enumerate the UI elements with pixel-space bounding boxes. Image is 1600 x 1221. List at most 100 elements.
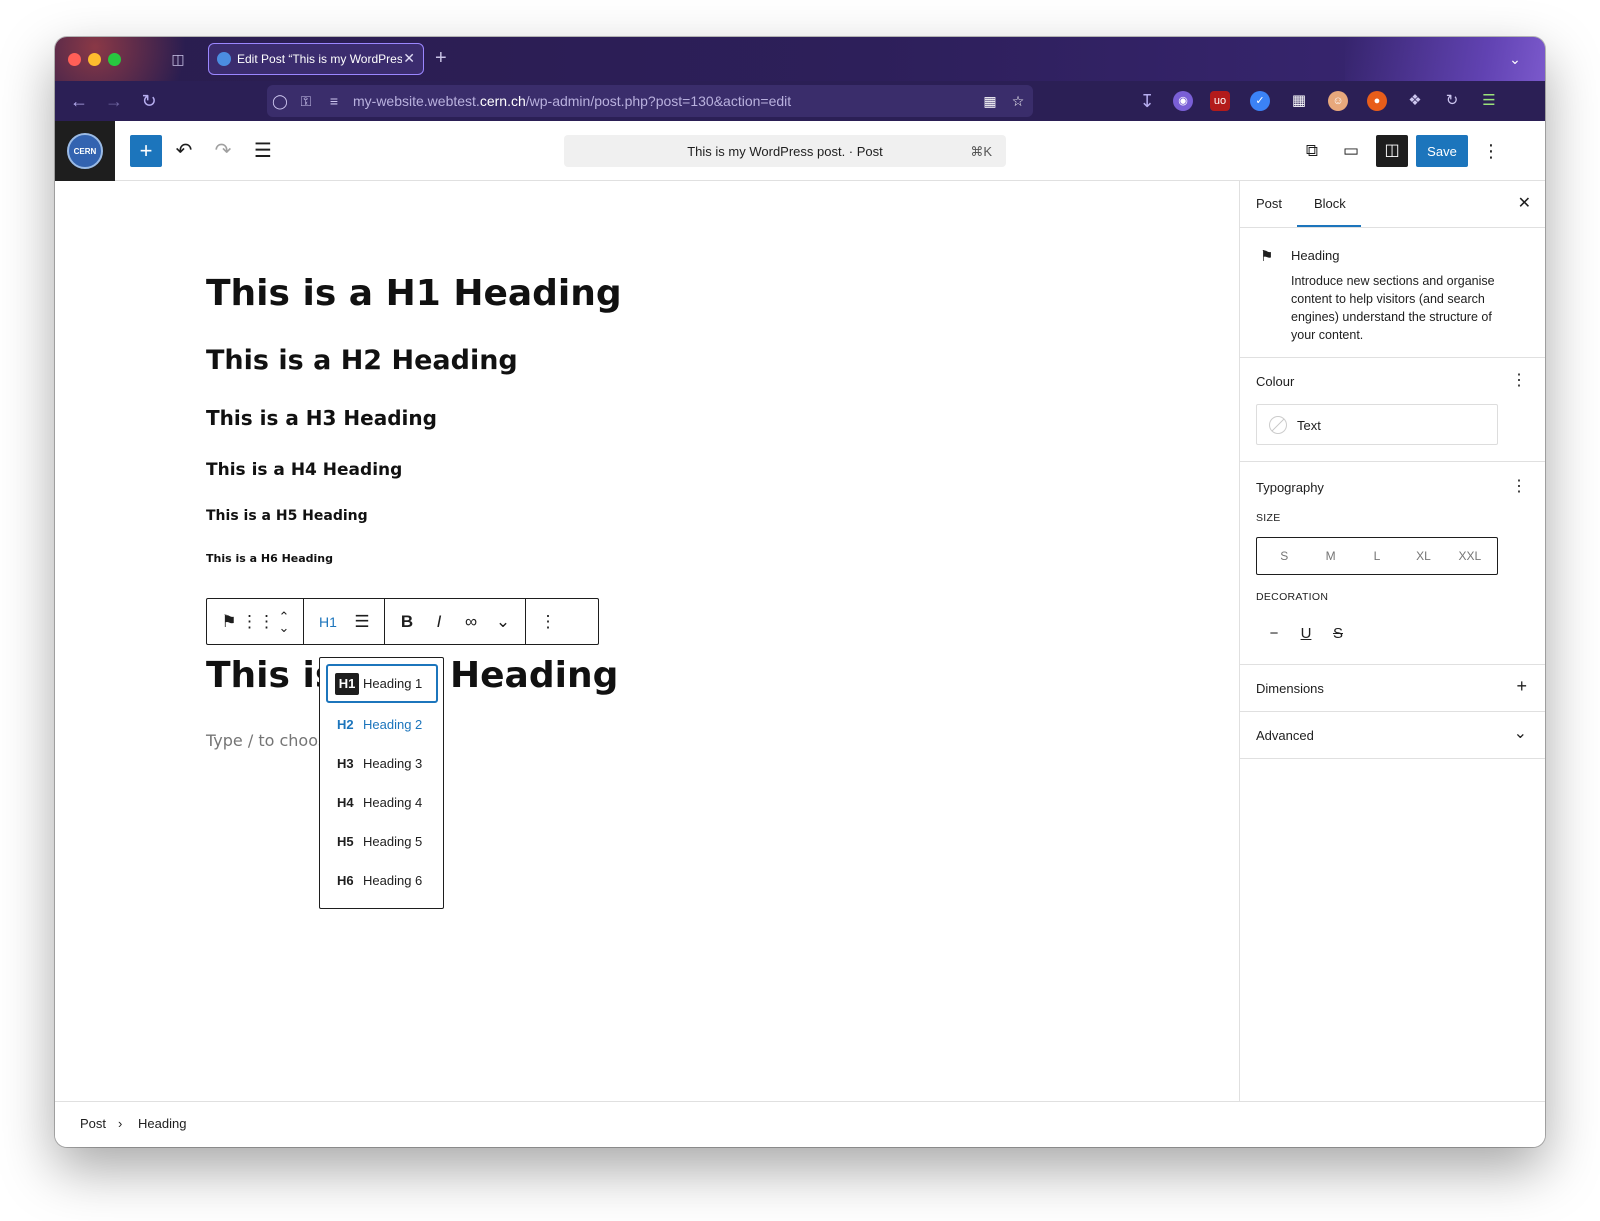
font-size-option[interactable]: L [1354, 549, 1400, 563]
heading-block-h1[interactable]: This is a H1 Heading [206, 273, 622, 314]
qr-code-icon[interactable]: ▦ [981, 91, 999, 111]
back-icon[interactable]: ← [67, 89, 91, 113]
heading-option-label: Heading 1 [363, 676, 423, 691]
tab-post[interactable]: Post [1256, 196, 1282, 211]
maximize-window-button[interactable] [108, 53, 121, 66]
reload-icon[interactable]: ↻ [137, 89, 161, 113]
tab-close-icon[interactable]: ✕ [403, 50, 415, 67]
document-overview-icon[interactable]: ☰ [247, 135, 279, 167]
extension-face-icon[interactable]: ☺ [1328, 91, 1348, 111]
breadcrumb-post[interactable]: Post [80, 1116, 106, 1131]
browser-tab-strip: ◫ Edit Post “This is my WordPress post.”… [55, 37, 1545, 81]
block-inserter-button[interactable]: + [130, 135, 162, 167]
minimize-window-button[interactable] [88, 53, 101, 66]
heading-block-h3[interactable]: This is a H3 Heading [206, 406, 437, 430]
decoration-none-button[interactable]: − [1262, 622, 1286, 646]
block-options-more-icon[interactable]: ⋮ [532, 606, 564, 638]
bookmark-star-icon[interactable]: ☆ [1009, 91, 1027, 111]
colour-options-icon[interactable]: ⋮ [1511, 370, 1527, 390]
new-tab-button[interactable]: + [435, 47, 447, 69]
decoration-underline-button[interactable]: U [1294, 622, 1318, 646]
extension-shield-icon[interactable]: ● [1367, 91, 1387, 111]
heading-block-selected-start[interactable]: This is [206, 655, 336, 696]
app-menu-icon[interactable]: ☰ [1479, 91, 1499, 111]
site-icon-button[interactable]: CERN [55, 121, 115, 181]
colour-panel-title: Colour [1256, 374, 1295, 389]
align-text-icon[interactable]: ☰ [346, 606, 378, 638]
url-text[interactable]: my-website.webtest.cern.ch/wp-admin/post… [353, 93, 791, 109]
sync-icon[interactable]: ↻ [1442, 91, 1462, 111]
font-size-option[interactable]: M [1307, 549, 1353, 563]
browser-tab-active[interactable]: Edit Post “This is my WordPress post.” ‹… [208, 43, 424, 75]
heading-option-3[interactable]: H3 Heading 3 [326, 744, 438, 783]
font-size-option[interactable]: XL [1400, 549, 1446, 563]
heading-option-level: H3 [337, 756, 354, 771]
heading-level-button[interactable]: H1 [310, 606, 346, 638]
paragraph-placeholder[interactable]: Type / to choos [206, 731, 326, 750]
italic-button[interactable]: I [423, 606, 455, 638]
block-breadcrumb: Post › Heading [55, 1101, 1545, 1147]
extension-check-icon[interactable]: ✓ [1250, 91, 1270, 111]
heading-option-2[interactable]: H2 Heading 2 [326, 705, 438, 744]
heading-option-1[interactable]: H1 Heading 1 [326, 664, 438, 703]
site-favicon-icon [217, 52, 231, 66]
advanced-panel[interactable]: Advanced ⌄ [1240, 712, 1545, 759]
downloads-icon[interactable]: ↧ [1135, 89, 1159, 113]
preview-device-icon[interactable]: ▭ [1335, 135, 1367, 167]
heading-option-5[interactable]: H5 Heading 5 [326, 822, 438, 861]
dimensions-panel[interactable]: Dimensions + [1240, 665, 1545, 712]
list-all-tabs-icon[interactable]: ⌄ [1500, 47, 1530, 71]
heading-option-6[interactable]: H6 Heading 6 [326, 861, 438, 900]
text-colour-button[interactable]: Text [1256, 404, 1498, 445]
sidebar-tabs: Post Block ✕ [1240, 181, 1545, 228]
breadcrumb-heading[interactable]: Heading [138, 1116, 186, 1131]
close-window-button[interactable] [68, 53, 81, 66]
editor-canvas[interactable]: This is a H1 Heading This is a H2 Headin… [55, 181, 1239, 1101]
settings-sidebar-toggle-icon[interactable]: ◫ [1376, 135, 1408, 167]
link-icon[interactable]: ∞ [455, 606, 487, 638]
extension-grid-icon[interactable]: ▦ [1289, 91, 1309, 111]
heading-option-4[interactable]: H4 Heading 4 [326, 783, 438, 822]
more-formatting-chevron-down-icon[interactable]: ⌄ [487, 606, 519, 638]
close-sidebar-icon[interactable]: ✕ [1518, 193, 1531, 213]
move-up-down-icon[interactable]: ⌃ ⌄ [271, 606, 297, 638]
advanced-chevron-down-icon[interactable]: ⌄ [1514, 723, 1527, 743]
font-size-option[interactable]: S [1261, 549, 1307, 563]
options-more-icon[interactable]: ⋮ [1479, 135, 1503, 167]
command-palette-button[interactable]: This is my WordPress post. · Post ⌘K [564, 135, 1006, 167]
heading-block-h2[interactable]: This is a H2 Heading [206, 345, 518, 376]
heading-block-selected-end[interactable]: Heading [450, 655, 618, 696]
decoration-strikethrough-button[interactable]: S [1326, 622, 1350, 646]
font-size-option[interactable]: XXL [1447, 549, 1493, 563]
heading-option-level: H1 [335, 672, 359, 695]
heading-block-h4[interactable]: This is a H4 Heading [206, 460, 402, 480]
heading-block-h5[interactable]: This is a H5 Heading [206, 508, 368, 524]
extensions-puzzle-icon[interactable]: ❖ [1405, 91, 1425, 111]
forward-icon[interactable]: → [102, 89, 126, 113]
tracking-protection-icon[interactable]: ◯ [271, 91, 289, 111]
typography-panel: Typography ⋮ SIZE S M L XL XXL DECORATIO… [1240, 462, 1545, 665]
dimensions-panel-title: Dimensions [1256, 681, 1324, 696]
dimensions-add-icon[interactable]: + [1516, 676, 1527, 697]
drag-handle-icon[interactable]: ⋮⋮ [241, 606, 275, 638]
breadcrumb-separator-icon: › [118, 1116, 123, 1131]
tab-block[interactable]: Block [1314, 196, 1346, 211]
browser-window: ◫ Edit Post “This is my WordPress post.”… [55, 37, 1545, 1147]
undo-icon[interactable]: ↶ [168, 135, 200, 167]
redo-icon[interactable]: ↷ [207, 135, 239, 167]
heading-option-label: Heading 4 [363, 795, 423, 810]
bold-button[interactable]: B [391, 606, 423, 638]
lock-icon[interactable]: ⚿ [297, 91, 315, 111]
view-post-external-icon[interactable]: ⧉ [1296, 135, 1328, 167]
typography-options-icon[interactable]: ⋮ [1511, 476, 1527, 496]
heading-block-h6[interactable]: This is a H6 Heading [206, 552, 333, 565]
heading-option-label: Heading 2 [363, 717, 423, 732]
block-card-description: Introduce new sections and organise cont… [1291, 274, 1495, 342]
permissions-icon[interactable]: ≡ [325, 91, 343, 111]
url-bar[interactable]: ◯ ⚿ ≡ my-website.webtest.cern.ch/wp-admi… [267, 85, 1033, 117]
heading-bookmark-icon: ⚑ [1260, 248, 1274, 265]
ublock-icon[interactable]: uo [1210, 91, 1230, 111]
account-icon[interactable]: ◉ [1173, 91, 1193, 111]
tab-overview-icon[interactable]: ◫ [169, 50, 187, 68]
save-button[interactable]: Save [1416, 135, 1468, 167]
